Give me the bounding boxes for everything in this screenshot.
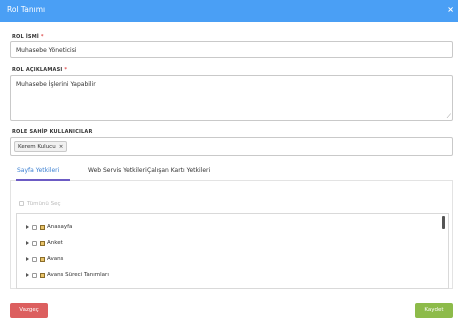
tree-item[interactable]: Avans (26, 256, 63, 262)
user-tag: Kerem Kulucu × (14, 141, 68, 152)
close-icon[interactable]: × (447, 5, 454, 14)
select-all[interactable]: Tümünü Seç (19, 201, 61, 207)
rol-desc-textarea[interactable]: Muhasebe İşlerini Yapabilir ⟋ (10, 75, 453, 121)
caret-right-icon[interactable] (26, 225, 29, 229)
resize-handle-icon[interactable]: ⟋ (447, 114, 451, 120)
users-label: ROLE SAHİP KULLANICILAR (12, 129, 93, 135)
tree-item[interactable]: Anket (26, 240, 63, 246)
checkbox-icon[interactable] (32, 256, 37, 262)
rol-desc-value: Muhasebe İşlerini Yapabilir (16, 81, 96, 88)
folder-icon (40, 240, 45, 246)
tab-sayfa-yetkileri[interactable]: Sayfa Yetkileri (17, 167, 59, 174)
folder-icon (40, 272, 45, 278)
rol-name-label-text: ROL İSMİ (12, 34, 39, 40)
rol-name-input[interactable]: Muhasebe Yöneticisi (10, 41, 453, 58)
tree-item-label: Avans Süreci Tanımları (47, 272, 109, 278)
rol-desc-label: ROL AÇIKLAMASI * (12, 67, 67, 73)
caret-right-icon[interactable] (26, 257, 29, 261)
tree-item[interactable]: Anasayfa (26, 224, 72, 230)
checkbox-icon[interactable] (32, 224, 37, 230)
save-button[interactable]: Kaydet (415, 303, 453, 318)
scrollbar[interactable] (442, 216, 445, 229)
folder-icon (40, 224, 45, 230)
permission-tree: Anasayfa Anket Avans Avans Süreci Tanıml… (16, 213, 449, 289)
dialog-header: Rol Tanımı × (0, 0, 458, 22)
users-multiselect[interactable]: Kerem Kulucu × (10, 137, 453, 156)
permission-tabs: Sayfa Yetkileri Web Servis Yetkileri Çal… (10, 162, 453, 181)
tree-item-label: Anasayfa (47, 224, 73, 230)
dialog-title: Rol Tanımı (7, 5, 46, 14)
folder-icon (40, 256, 45, 262)
checkbox-icon[interactable] (19, 201, 24, 206)
tree-item[interactable]: Avans Süreci Tanımları (26, 272, 109, 278)
required-mark: * (40, 34, 44, 40)
tag-remove-icon[interactable]: × (59, 144, 64, 150)
tab-web-servis-yetkileri[interactable]: Web Servis Yetkileri (88, 167, 147, 174)
tree-item-label: Anket (47, 240, 63, 246)
select-all-label: Tümünü Seç (27, 201, 61, 207)
rol-desc-label-text: ROL AÇIKLAMASI (12, 67, 63, 73)
user-tag-name: Kerem Kulucu (18, 144, 56, 150)
required-mark: * (64, 67, 68, 73)
checkbox-icon[interactable] (32, 240, 37, 246)
caret-right-icon[interactable] (26, 273, 29, 277)
checkbox-icon[interactable] (32, 272, 37, 278)
caret-right-icon[interactable] (26, 241, 29, 245)
tab-panel: Tümünü Seç Anasayfa Anket Avans Avans Sü… (10, 181, 453, 289)
cancel-button[interactable]: Vazgeç (10, 303, 48, 318)
rol-name-value: Muhasebe Yöneticisi (16, 47, 77, 54)
tree-item-label: Avans (47, 256, 64, 262)
tab-calisan-karti-yetkileri[interactable]: Çalışan Kartı Yetkileri (147, 167, 210, 174)
rol-name-label: ROL İSMİ * (12, 34, 44, 40)
